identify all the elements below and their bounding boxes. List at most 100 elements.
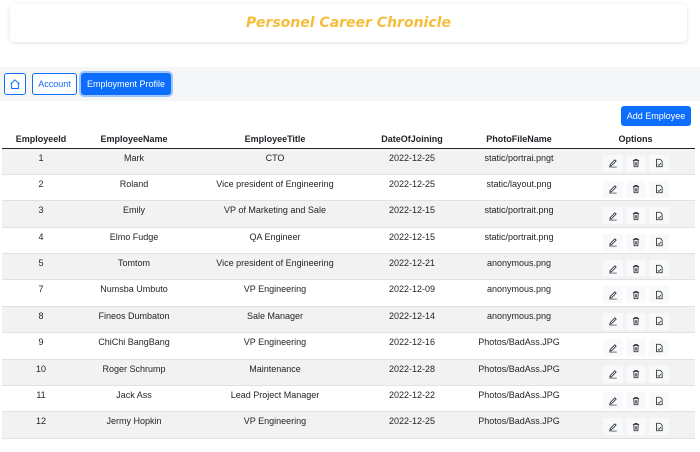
edit-button[interactable] bbox=[602, 260, 623, 278]
column-header-options: Options bbox=[576, 131, 695, 149]
document-icon bbox=[655, 422, 663, 432]
upload-photo-button[interactable] bbox=[648, 286, 669, 304]
cell-employee-name: Tomtom bbox=[80, 253, 188, 281]
upload-photo-button[interactable] bbox=[648, 365, 669, 383]
table-row: 2 Roland Vice president of Engineering 2022… bbox=[2, 174, 695, 202]
cell-employee-title: Sale Manager bbox=[188, 306, 362, 334]
edit-button[interactable] bbox=[602, 207, 623, 225]
delete-button[interactable] bbox=[625, 207, 646, 225]
column-header-name: EmployeeName bbox=[80, 131, 188, 149]
edit-button[interactable] bbox=[602, 365, 623, 383]
delete-button[interactable] bbox=[625, 365, 646, 383]
cell-employee-id: 10 bbox=[2, 359, 80, 387]
cell-photo-file-name: anonymous.png bbox=[462, 279, 576, 307]
trash-icon bbox=[632, 317, 639, 326]
cell-date-of-joining: 2022-12-09 bbox=[362, 279, 462, 307]
table-row: 3 Emily VP of Marketing and Sale 2022-12-15… bbox=[2, 200, 695, 228]
cell-date-of-joining: 2022-12-21 bbox=[362, 253, 462, 281]
edit-icon bbox=[608, 212, 617, 221]
delete-button[interactable] bbox=[625, 260, 646, 278]
cell-options bbox=[576, 359, 695, 387]
row-actions bbox=[602, 207, 669, 225]
edit-button[interactable] bbox=[602, 233, 623, 251]
delete-button[interactable] bbox=[625, 339, 646, 357]
edit-button[interactable] bbox=[602, 418, 623, 436]
column-header-photo: PhotoFileName bbox=[462, 131, 576, 149]
cell-employee-name: Jack Ass bbox=[80, 385, 188, 413]
cell-options bbox=[576, 227, 695, 255]
upload-photo-button[interactable] bbox=[648, 392, 669, 410]
row-actions bbox=[602, 312, 669, 330]
add-employee-button[interactable]: Add Employee bbox=[621, 106, 691, 126]
upload-photo-button[interactable] bbox=[648, 207, 669, 225]
row-actions bbox=[602, 154, 669, 172]
document-icon bbox=[655, 158, 663, 168]
header-card: Personel Career Chronicle bbox=[10, 4, 687, 42]
cell-employee-title: Maintenance bbox=[188, 359, 362, 387]
delete-button[interactable] bbox=[625, 312, 646, 330]
edit-icon bbox=[608, 370, 617, 379]
table-row: 11 Jack Ass Lead Project Manager 2022-12-22… bbox=[2, 385, 695, 413]
cell-employee-id: 2 bbox=[2, 174, 80, 202]
home-button[interactable] bbox=[4, 73, 26, 95]
trash-icon bbox=[632, 238, 639, 247]
edit-button[interactable] bbox=[602, 180, 623, 198]
edit-button[interactable] bbox=[602, 312, 623, 330]
cell-options bbox=[576, 253, 695, 281]
document-icon bbox=[655, 264, 663, 273]
row-actions bbox=[602, 180, 669, 198]
cell-employee-title: Vice president of Engineering bbox=[188, 174, 362, 202]
edit-button[interactable] bbox=[602, 286, 623, 304]
edit-button[interactable] bbox=[602, 392, 623, 410]
delete-button[interactable] bbox=[625, 180, 646, 198]
edit-button[interactable] bbox=[602, 339, 623, 357]
document-icon bbox=[655, 211, 663, 220]
table-row: 4 Elmo Fudge QA Engineer 2022-12-15 static/p… bbox=[2, 227, 695, 255]
upload-photo-button[interactable] bbox=[648, 180, 669, 198]
upload-photo-button[interactable] bbox=[648, 339, 669, 357]
edit-icon bbox=[608, 396, 617, 405]
cell-date-of-joining: 2022-12-28 bbox=[362, 359, 462, 387]
cell-employee-id: 1 bbox=[2, 148, 80, 175]
trash-icon bbox=[632, 264, 639, 273]
row-actions bbox=[602, 286, 669, 304]
delete-button[interactable] bbox=[625, 392, 646, 410]
edit-icon bbox=[608, 317, 617, 326]
upload-photo-button[interactable] bbox=[648, 312, 669, 330]
edit-icon bbox=[608, 291, 617, 300]
cell-photo-file-name: static/layout.png bbox=[462, 174, 576, 202]
edit-icon bbox=[608, 423, 617, 432]
cell-date-of-joining: 2022-12-25 bbox=[362, 411, 462, 439]
delete-button[interactable] bbox=[625, 286, 646, 304]
delete-button[interactable] bbox=[625, 418, 646, 436]
account-button[interactable]: Account bbox=[32, 73, 77, 95]
cell-employee-title: CTO bbox=[188, 148, 362, 175]
cell-employee-id: 9 bbox=[2, 332, 80, 360]
upload-photo-button[interactable] bbox=[648, 260, 669, 278]
table-header-row: EmployeeId EmployeeName EmployeeTitle Da… bbox=[2, 131, 695, 149]
upload-photo-button[interactable] bbox=[648, 154, 669, 172]
edit-icon bbox=[608, 344, 617, 353]
trash-icon bbox=[632, 291, 639, 300]
cell-employee-name: Mark bbox=[80, 148, 188, 175]
cell-employee-title: VP Engineering bbox=[188, 411, 362, 439]
document-icon bbox=[655, 396, 663, 405]
upload-photo-button[interactable] bbox=[648, 418, 669, 436]
trash-icon bbox=[632, 423, 639, 432]
cell-date-of-joining: 2022-12-22 bbox=[362, 385, 462, 413]
cell-employee-name: Jermy Hopkin bbox=[80, 411, 188, 439]
delete-button[interactable] bbox=[625, 233, 646, 251]
cell-options bbox=[576, 411, 695, 439]
edit-button[interactable] bbox=[602, 154, 623, 172]
edit-icon bbox=[608, 185, 617, 194]
table-row: 12 Jermy Hopkin VP Engineering 2022-12-25 Ph… bbox=[2, 411, 695, 439]
cell-options bbox=[576, 148, 695, 175]
upload-photo-button[interactable] bbox=[648, 233, 669, 251]
cell-options bbox=[576, 306, 695, 334]
cell-employee-id: 11 bbox=[2, 385, 80, 413]
cell-employee-title: VP of Marketing and Sale bbox=[188, 200, 362, 228]
column-header-id: EmployeeId bbox=[2, 131, 80, 149]
row-actions bbox=[602, 392, 669, 410]
delete-button[interactable] bbox=[625, 154, 646, 172]
employment-profile-button[interactable]: Employment Profile bbox=[81, 73, 171, 95]
